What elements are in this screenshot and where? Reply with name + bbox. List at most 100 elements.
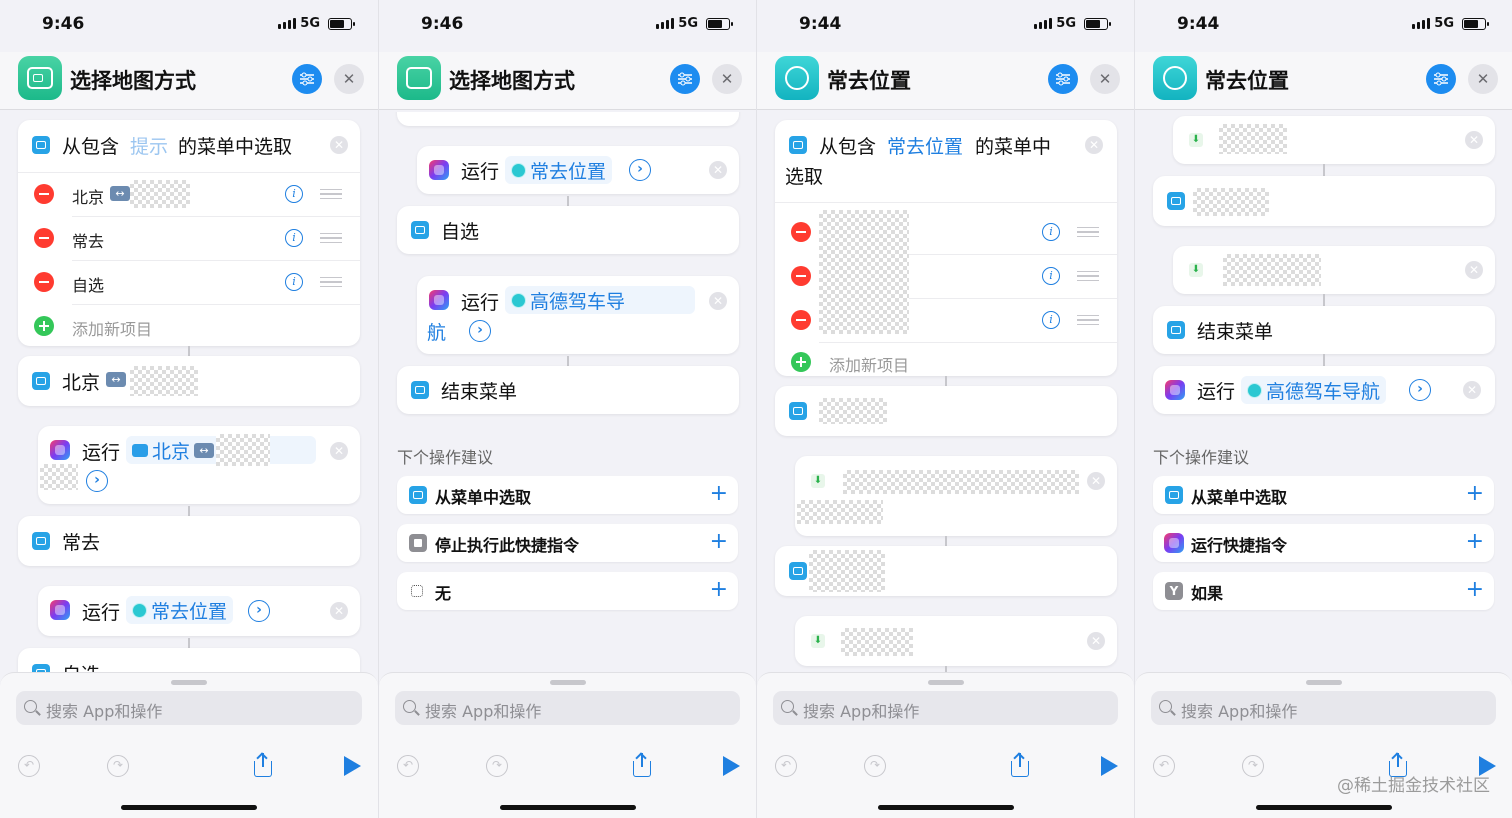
search-bar[interactable]: 搜索 App和操作 [395, 691, 740, 725]
shortcut-title[interactable]: 常去位置 [827, 65, 911, 95]
sheet-handle[interactable] [549, 680, 586, 685]
close-icon[interactable]: ✕ [334, 64, 364, 94]
undo-icon[interactable]: ↶ [775, 755, 797, 777]
reorder-handle-icon[interactable] [320, 277, 342, 287]
search-bar[interactable]: 搜索 App和操作 [16, 691, 362, 725]
close-icon[interactable]: ✕ [1468, 64, 1498, 94]
sheet-handle[interactable] [1305, 680, 1342, 685]
suggestion-if[interactable]: Y 如果 + [1153, 572, 1494, 610]
chevron-right-icon[interactable]: › [248, 600, 270, 622]
redo-icon[interactable]: ↷ [107, 755, 129, 777]
search-input[interactable]: 搜索 App和操作 [425, 698, 541, 722]
add-item-icon[interactable] [34, 316, 54, 336]
chevron-right-icon[interactable]: › [1409, 379, 1431, 401]
redo-icon[interactable]: ↷ [1242, 755, 1264, 777]
remove-action-icon[interactable]: ✕ [330, 136, 348, 154]
open-map-action[interactable]: ⬇ ✕ [1173, 116, 1495, 164]
close-icon[interactable]: ✕ [712, 64, 742, 94]
undo-icon[interactable]: ↶ [1153, 755, 1175, 777]
add-item-label[interactable]: 添加新项目 [72, 316, 152, 340]
shortcut-parameter[interactable]: 高德驾车导 [505, 286, 695, 314]
remove-action-icon[interactable]: ✕ [709, 292, 727, 310]
shortcut-app-icon[interactable] [397, 56, 441, 100]
shortcut-app-icon[interactable] [18, 56, 62, 100]
menu-prompt-value[interactable]: 常去位置 [887, 132, 963, 159]
add-icon[interactable]: + [1466, 481, 1484, 506]
add-icon[interactable]: + [1466, 577, 1484, 602]
open-map-action[interactable]: ⬇ ✕ [795, 616, 1117, 666]
add-item-icon[interactable] [791, 352, 811, 372]
redo-icon[interactable]: ↷ [864, 755, 886, 777]
menu-case-frequent[interactable]: 常去 [18, 516, 360, 566]
search-input[interactable]: 搜索 App和操作 [803, 698, 919, 722]
sheet-handle[interactable] [927, 680, 964, 685]
open-map-action[interactable]: ⬇ ✕ [795, 456, 1117, 536]
remove-action-icon[interactable]: ✕ [1085, 136, 1103, 154]
settings-sliders-icon[interactable] [1048, 64, 1078, 94]
remove-action-icon[interactable]: ✕ [1465, 131, 1483, 149]
menu-case[interactable] [775, 546, 1117, 596]
reorder-handle-icon[interactable] [1077, 315, 1099, 325]
share-icon[interactable] [1010, 752, 1030, 777]
undo-icon[interactable]: ↶ [18, 755, 40, 777]
play-icon[interactable] [723, 756, 740, 776]
delete-item-icon[interactable] [34, 184, 54, 204]
choose-from-menu-action[interactable]: 从包含 提示 的菜单中选取 ✕ 北京 ↔ i 常去 i 自选 i 添加新项目 [18, 120, 360, 346]
shortcut-title[interactable]: 选择地图方式 [449, 65, 575, 95]
end-menu-action[interactable]: 结束菜单 [1153, 306, 1495, 354]
shortcut-title[interactable]: 常去位置 [1205, 65, 1289, 95]
share-icon[interactable] [253, 752, 273, 777]
share-icon[interactable] [632, 752, 652, 777]
shortcut-parameter[interactable]: 高德驾车导航 [1241, 376, 1387, 404]
reorder-handle-icon[interactable] [1077, 227, 1099, 237]
search-bar[interactable]: 搜索 App和操作 [773, 691, 1118, 725]
reorder-handle-icon[interactable] [1077, 271, 1099, 281]
info-icon[interactable]: i [285, 273, 303, 291]
info-icon[interactable]: i [1042, 267, 1060, 285]
settings-sliders-icon[interactable] [292, 64, 322, 94]
chevron-right-icon[interactable]: › [86, 470, 108, 492]
menu-case[interactable] [775, 386, 1117, 436]
delete-item-icon[interactable] [791, 266, 811, 286]
run-shortcut-action[interactable]: 运行 常去位置 › ✕ [38, 586, 360, 636]
open-map-action[interactable]: ⬇ ✕ [1173, 246, 1495, 294]
search-input[interactable]: 搜索 App和操作 [1181, 698, 1297, 722]
sheet-handle[interactable] [171, 680, 207, 685]
menu-case[interactable] [1153, 176, 1495, 226]
shortcut-parameter[interactable]: 常去位置 [126, 596, 234, 624]
run-shortcut-action[interactable]: 运行 常去位置 › ✕ [417, 146, 739, 194]
reorder-handle-icon[interactable] [320, 189, 342, 199]
menu-case-custom[interactable]: 自选 [397, 206, 739, 254]
run-shortcut-action[interactable]: 运行 高德驾车导航 › ✕ [1153, 366, 1495, 414]
settings-sliders-icon[interactable] [670, 64, 700, 94]
menu-item-label[interactable]: 常去 [72, 228, 104, 252]
chevron-right-icon[interactable]: › [469, 320, 491, 342]
prompt-placeholder[interactable]: 提示 [130, 132, 168, 159]
search-bar[interactable]: 搜索 App和操作 [1151, 691, 1496, 725]
remove-action-icon[interactable]: ✕ [1087, 472, 1105, 490]
redo-icon[interactable]: ↷ [486, 755, 508, 777]
remove-action-icon[interactable]: ✕ [330, 442, 348, 460]
info-icon[interactable]: i [1042, 223, 1060, 241]
remove-action-icon[interactable]: ✕ [330, 602, 348, 620]
suggestion-choose-from-menu[interactable]: 从菜单中选取 + [1153, 476, 1494, 514]
add-icon[interactable]: + [710, 529, 728, 554]
run-shortcut-action[interactable]: 运行 高德驾车导 ✕ 航 › [417, 276, 739, 354]
shortcut-parameter[interactable]: 常去位置 [505, 156, 613, 184]
end-menu-action[interactable]: 结束菜单 [397, 366, 739, 414]
play-icon[interactable] [1101, 756, 1118, 776]
delete-item-icon[interactable] [34, 272, 54, 292]
delete-item-icon[interactable] [791, 222, 811, 242]
menu-case-custom[interactable]: 自选 [18, 648, 360, 672]
add-icon[interactable]: + [710, 481, 728, 506]
shortcut-app-icon[interactable] [1153, 56, 1197, 100]
settings-sliders-icon[interactable] [1426, 64, 1456, 94]
menu-case-beijing[interactable]: 北京 ↔ [18, 356, 360, 406]
remove-action-icon[interactable]: ✕ [1087, 632, 1105, 650]
suggestion-none[interactable]: 无 + [397, 572, 738, 610]
run-shortcut-action[interactable]: 运行 北京 ↔ ✕ › [38, 426, 360, 504]
delete-item-icon[interactable] [34, 228, 54, 248]
remove-action-icon[interactable]: ✕ [1465, 261, 1483, 279]
info-icon[interactable]: i [1042, 311, 1060, 329]
play-icon[interactable] [344, 756, 361, 776]
